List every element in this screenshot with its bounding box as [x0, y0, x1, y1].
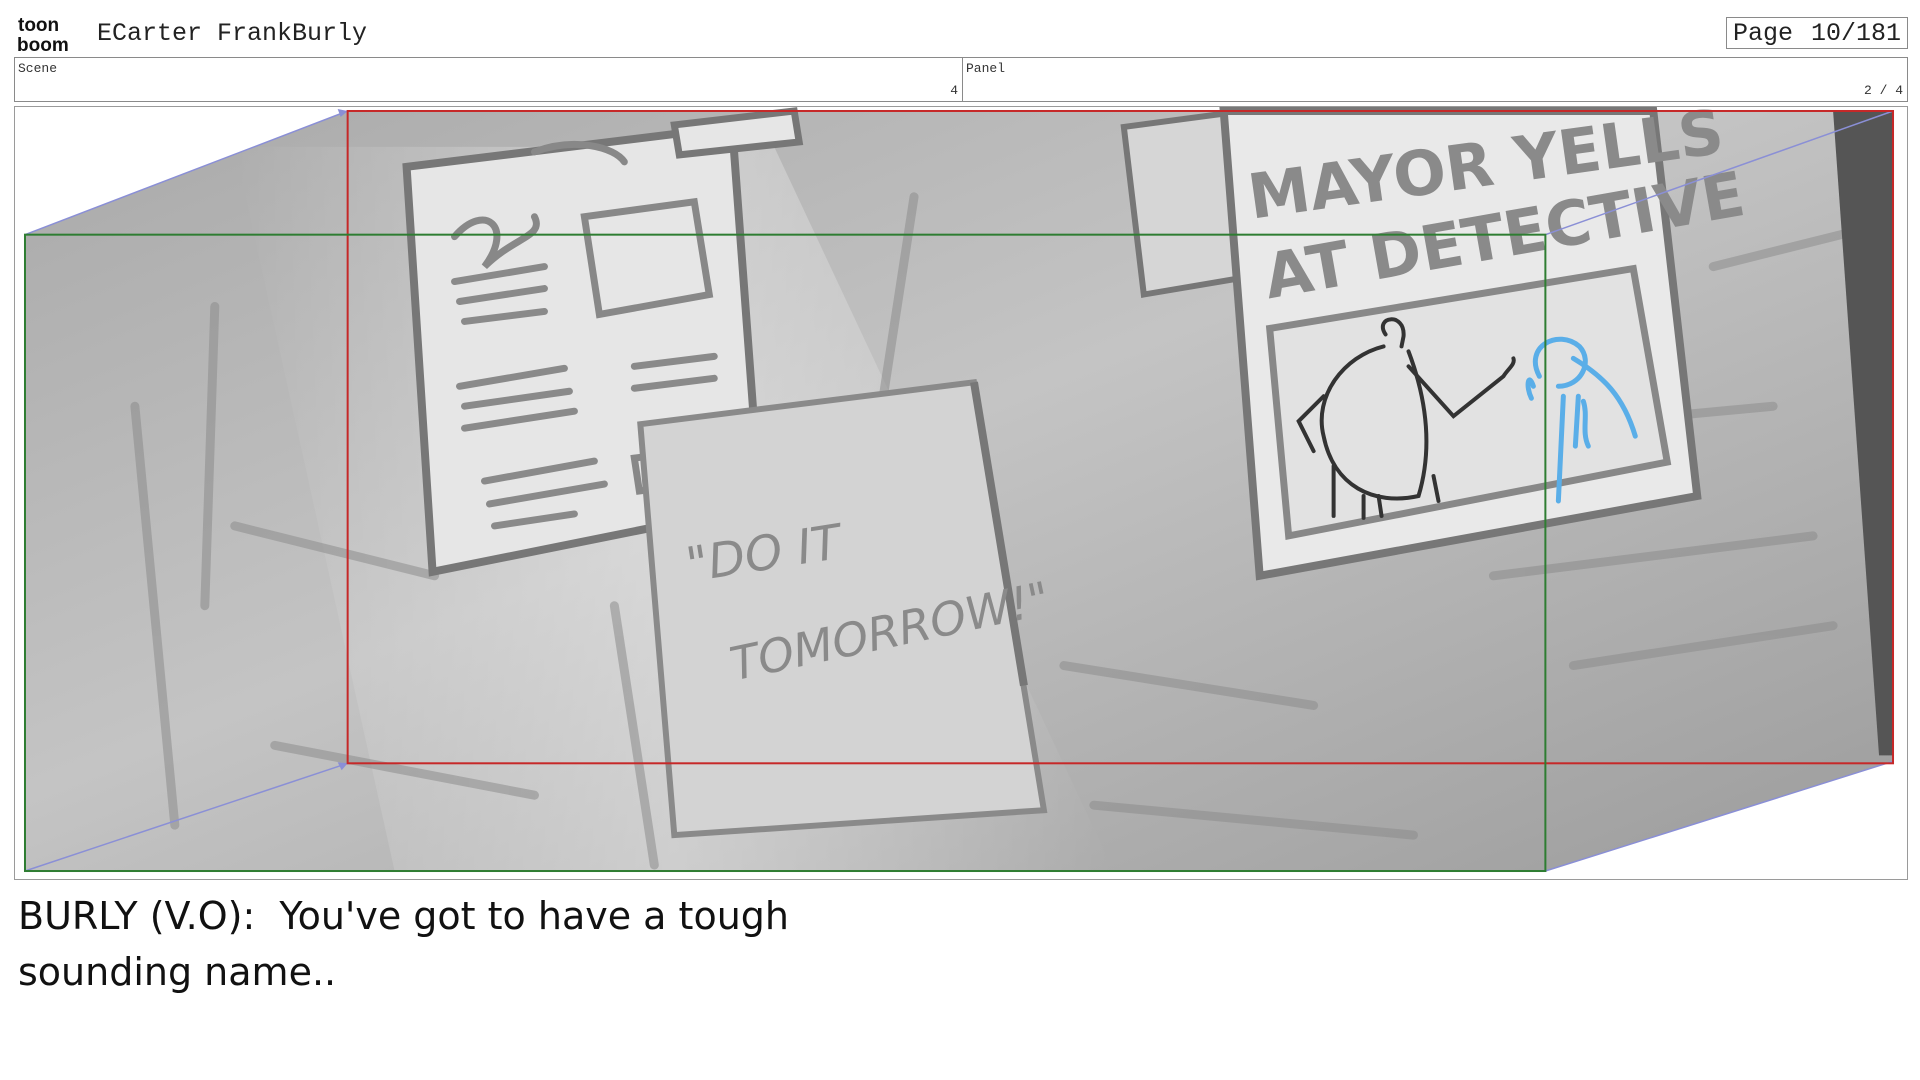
dialogue-text: BURLY (V.O): You've got to have a tough …: [18, 894, 789, 994]
panel-label: Panel: [966, 61, 1006, 76]
page-indicator: Page 10/181: [1726, 17, 1908, 49]
scene-number: 4: [950, 83, 958, 98]
logo-word-bottom: boom: [17, 35, 69, 54]
scene-cell: Scene 4: [15, 58, 963, 101]
page-number: 10/181: [1810, 18, 1901, 48]
logo-word-top: toon: [18, 15, 59, 36]
panel-cell: Panel 2 / 4: [963, 58, 1907, 101]
storyboard-panel-image: "DO IT TOMORROW!" MAYOR YELLS AT DETECTI…: [14, 106, 1908, 880]
toon-boom-logo: toon boom: [17, 15, 69, 54]
scene-label: Scene: [18, 61, 58, 76]
project-title: ECarter FrankBurly: [97, 19, 368, 48]
sketch-drawing: "DO IT TOMORROW!" MAYOR YELLS AT DETECTI…: [23, 107, 1895, 873]
scene-panel-info: Scene 4 Panel 2 / 4: [14, 57, 1908, 102]
page-label: Page: [1733, 18, 1794, 48]
panel-number: 2 / 4: [1863, 83, 1903, 98]
